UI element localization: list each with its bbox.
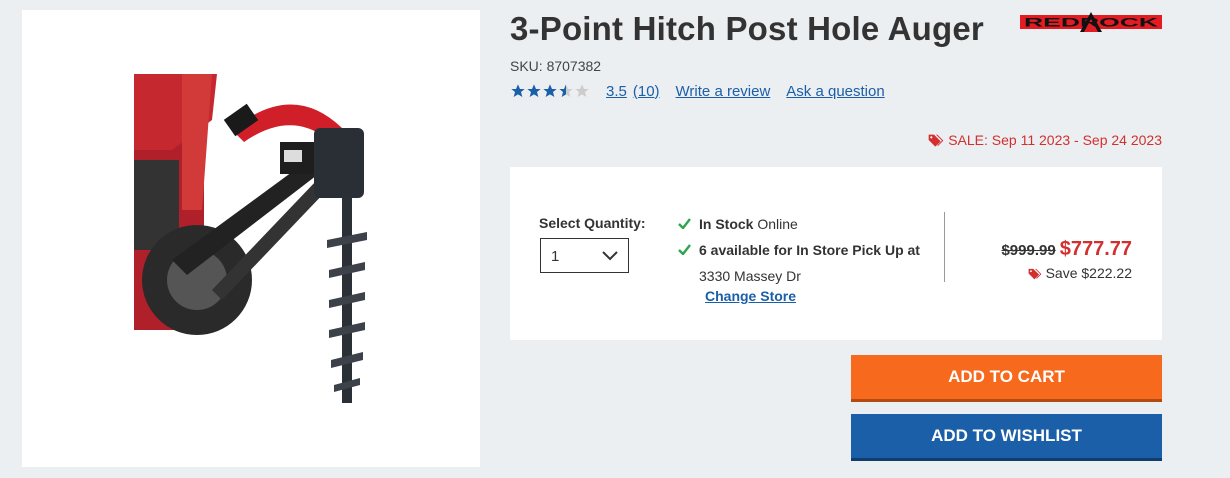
star-full-icon <box>543 84 557 97</box>
product-image[interactable] <box>22 10 480 467</box>
sale-banner: SALE: Sep 11 2023 - Sep 24 2023 <box>928 132 1162 148</box>
check-icon <box>678 244 691 255</box>
star-rating <box>510 83 590 99</box>
in-stock-label: In Stock <box>699 216 754 232</box>
add-to-wishlist-button[interactable]: ADD TO WISHLIST <box>851 414 1162 458</box>
auger-product-photo-icon <box>134 74 367 403</box>
write-review-link[interactable]: Write a review <box>676 83 771 100</box>
sale-text: SALE: Sep 11 2023 - Sep 24 2023 <box>948 132 1162 148</box>
add-to-cart-button[interactable]: ADD TO CART <box>851 355 1162 399</box>
price-box: $999.99 $777.77 Save $222.22 <box>1001 238 1132 281</box>
availability-info: In Stock Online 6 available for In Store… <box>678 211 920 289</box>
ask-question-link[interactable]: Ask a question <box>786 83 884 100</box>
quantity-select[interactable]: 1 <box>540 238 629 273</box>
store-address-line: 3330 Massey Dr <box>678 263 920 289</box>
rating-row: 3.5 (10) Write a review Ask a question <box>510 80 885 102</box>
quantity-value: 1 <box>551 248 560 265</box>
review-count-link[interactable]: (10) <box>633 83 660 100</box>
redrock-logo-icon: REDROCK <box>1020 12 1162 32</box>
product-title: 3-Point Hitch Post Hole Auger <box>510 10 984 47</box>
change-store-link[interactable]: Change Store <box>705 288 796 304</box>
tags-icon <box>928 134 944 147</box>
check-icon <box>678 218 691 229</box>
purchase-panel: Select Quantity: 1 In Stock Online 6 ava… <box>510 167 1162 340</box>
savings-text: Save $222.22 <box>1045 265 1132 281</box>
tags-icon <box>1028 268 1042 279</box>
pickup-line: 6 available for In Store Pick Up at <box>678 237 920 263</box>
in-stock-line: In Stock Online <box>678 211 920 237</box>
original-price: $999.99 <box>1001 242 1056 259</box>
store-address: 3330 Massey Dr <box>699 268 801 284</box>
divider <box>944 212 945 282</box>
pickup-label: 6 available for In Store Pick Up at <box>699 242 920 258</box>
quantity-label: Select Quantity: <box>539 215 646 231</box>
star-half-icon <box>559 84 573 97</box>
brand-logo-text: REDROCK <box>1024 16 1159 30</box>
star-full-icon <box>527 84 541 97</box>
in-stock-online: Online <box>753 216 798 232</box>
star-empty-icon <box>575 84 589 97</box>
rating-score-link[interactable]: 3.5 <box>606 83 627 100</box>
chevron-down-icon <box>602 251 618 261</box>
sale-price: $777.77 <box>1059 238 1132 260</box>
brand-logo[interactable]: REDROCK <box>1020 11 1162 38</box>
star-full-icon <box>511 84 525 97</box>
savings: Save $222.22 <box>1001 265 1132 281</box>
sku-text: SKU: 8707382 <box>510 58 602 74</box>
